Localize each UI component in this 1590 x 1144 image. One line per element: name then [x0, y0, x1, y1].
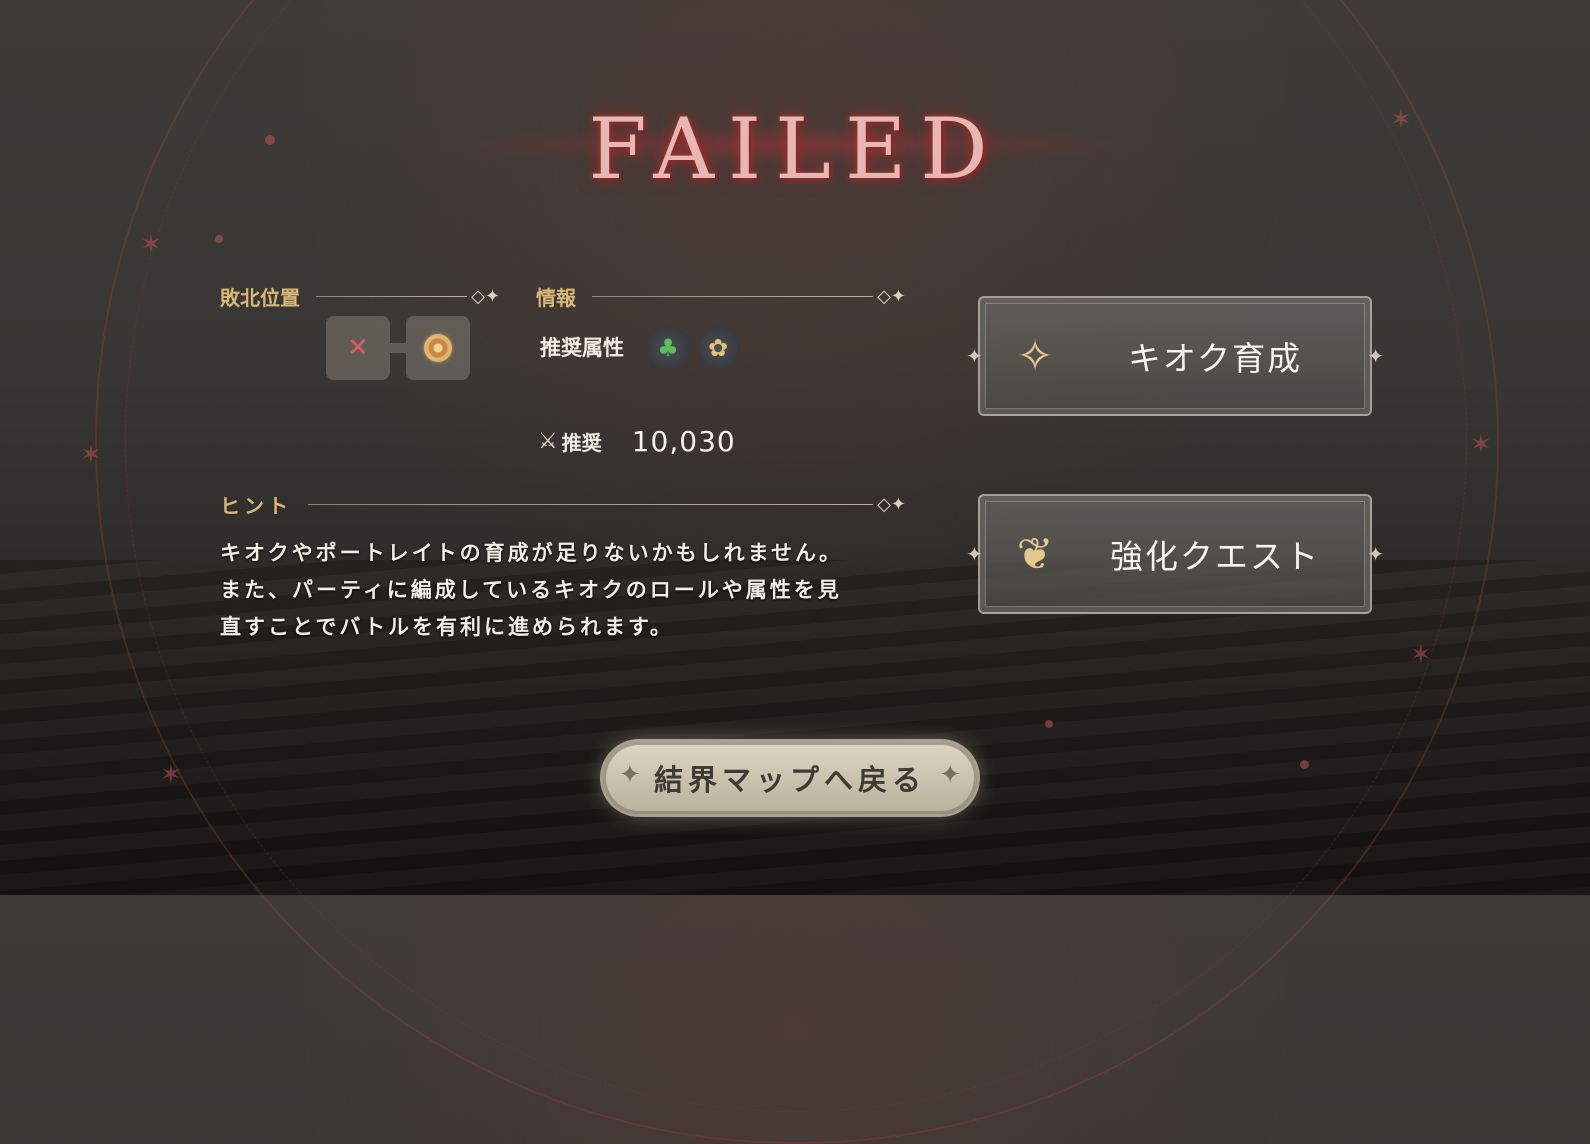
- slot-connector: [390, 343, 406, 353]
- section-divider: [316, 296, 468, 297]
- star-decoration-icon: ✶: [80, 440, 102, 470]
- light-glyph: ✿: [707, 334, 729, 362]
- recommended-power-row: ⚔ 推奨 10,030: [538, 425, 736, 458]
- sparkle-ornament-icon: ✦: [1367, 344, 1384, 368]
- sparkle-ornament-icon: ✦: [1367, 542, 1384, 566]
- star-decoration-icon: ✶: [160, 760, 182, 790]
- result-title: FAILED: [588, 100, 1002, 198]
- defeat-slot-current: [406, 316, 470, 380]
- defeat-position-header: 敗北位置 ◇✦: [220, 282, 500, 311]
- sparkle-ornament-icon: ✦: [966, 542, 983, 566]
- hint-header: ヒント ◇✦: [220, 490, 906, 519]
- diamond-ornament-icon: ◇✦: [877, 286, 906, 307]
- hint-label: ヒント: [220, 494, 292, 518]
- x-mark-icon: ✕: [347, 333, 369, 363]
- enhance-quest-label: 強化クエスト: [1110, 537, 1320, 576]
- star-decoration-icon: ✶: [140, 230, 162, 260]
- diamond-ornament-icon: ◇✦: [877, 494, 906, 515]
- return-to-map-button[interactable]: ✦ 結界マップへ戻る ✦: [603, 742, 977, 814]
- defeat-slot-defeated: ✕: [326, 316, 390, 380]
- sparkle-ornament-icon: ✦: [619, 760, 641, 790]
- crossed-swords-icon: ⚔: [538, 429, 558, 454]
- recommended-power-label: 推奨: [561, 431, 602, 455]
- diamond-ornament-icon: ◇✦: [471, 286, 500, 307]
- recommended-power-value: 10,030: [631, 425, 736, 458]
- return-to-map-label: 結界マップへ戻る: [653, 763, 926, 797]
- dot-decoration: [1300, 760, 1309, 769]
- sparkle-ornament-icon: ✦: [939, 760, 961, 790]
- section-divider: [308, 504, 874, 505]
- kioku-training-label: キオク育成: [1127, 339, 1303, 378]
- section-divider: [592, 296, 874, 297]
- recommended-attribute-label: 推奨属性: [540, 336, 624, 360]
- hint-text: キオクやポートレイトの育成が足りないかもしれません。 また、パーティに編成してい…: [220, 535, 920, 646]
- hint-line: 直すことでバトルを有利に進められます。: [220, 615, 674, 639]
- defeat-position-label: 敗北位置: [220, 286, 300, 310]
- orb-icon: [424, 334, 452, 362]
- training-figure-icon: ✧: [1016, 330, 1054, 382]
- info-header: 情報 ◇✦: [536, 282, 906, 311]
- palette-icon: ❦: [1016, 528, 1054, 580]
- dot-decoration: [215, 235, 223, 243]
- info-label: 情報: [536, 286, 576, 310]
- leaf-element-icon: ♣: [646, 326, 690, 370]
- hint-line: キオクやポートレイトの育成が足りないかもしれません。: [220, 541, 843, 565]
- sparkle-ornament-icon: ✦: [966, 344, 983, 368]
- light-element-icon: ✿: [696, 326, 740, 370]
- kioku-training-button[interactable]: ✦ ✧ キオク育成 ✦: [966, 296, 1384, 416]
- enhance-quest-button[interactable]: ✦ ❦ 強化クエスト ✦: [966, 494, 1384, 614]
- leaf-glyph: ♣: [657, 334, 679, 362]
- dot-decoration: [1045, 720, 1053, 728]
- star-decoration-icon: ✶: [1410, 640, 1432, 670]
- star-decoration-icon: ✶: [1470, 430, 1492, 460]
- hint-line: また、パーティに編成しているキオクのロールや属性を見: [220, 578, 842, 602]
